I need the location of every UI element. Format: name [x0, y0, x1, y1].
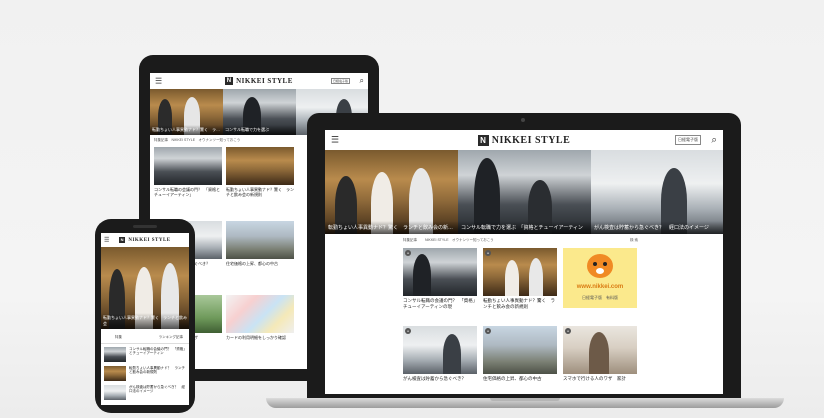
laptop-filter-bar: 特集記事 NIKKEI STYLE オウナンツー知っておこう 検 索: [325, 237, 723, 245]
search-icon[interactable]: ⌕: [711, 135, 717, 146]
laptop-card-3-ad[interactable]: www.nikkei.com 日経電子版 有料版: [563, 248, 637, 324]
tablet-hero-photo-1[interactable]: 転勤ちょい人事異動ナド？驚く ランチと飲み会: [150, 89, 223, 135]
menu-icon[interactable]: ☰: [155, 77, 162, 86]
phone-list-title: がん検査は貯蓄から急ぐべき？ 経口法のイメージ: [129, 385, 185, 394]
tablet-card-1[interactable]: コンサル転職の会議の門？ 「資格とチューイアーティン」: [154, 147, 222, 207]
tab-featured[interactable]: 特集: [115, 335, 122, 340]
laptop-hero-photo-3[interactable]: がん検査は貯蓄から急ぐべき？ 経口法のイメージ: [591, 150, 723, 234]
subscribe-badge[interactable]: 日経電子版: [675, 135, 701, 145]
phone-hero-photo[interactable]: 転勤ちょい人事異動ナド？驚く ランチと飲み会: [101, 247, 189, 329]
brand-name: NIKKEI STYLE: [491, 134, 571, 146]
tablet-filter-bar: 特集記事 NIKKEI STYLE オウナンツー知っておこう: [154, 138, 241, 142]
laptop-card-5[interactable]: ● 住宅価格の上昇、都心の中古: [483, 326, 557, 392]
brand-name: NIKKEI STYLE: [128, 237, 171, 243]
laptop-hero-photo-1[interactable]: 転勤ちょい人事異動ナド？驚く ランチと飲み会の新規則: [325, 150, 458, 234]
menu-icon[interactable]: ☰: [331, 135, 339, 146]
laptop-card-2[interactable]: ● 転勤ちょい人事異動ナド？驚く ランチと飲み会の新規則: [483, 248, 557, 324]
tab-ranking[interactable]: ランキング記事: [159, 335, 183, 340]
filter-middle[interactable]: NIKKEI STYLE オウナンツー知っておこう: [425, 238, 494, 243]
phone-header: ☰ N NIKKEI STYLE: [101, 233, 189, 248]
phone-hero-caption: 転勤ちょい人事異動ナド？驚く ランチと飲み会: [101, 313, 189, 329]
laptop-hero-caption: コンサル転職で力を選ぶ 「資格とチューイアーティン: [458, 221, 591, 234]
phone-list-item[interactable]: がん検査は貯蓄から急ぐべき？ 経口法のイメージ: [104, 385, 186, 401]
phone-speaker: [133, 225, 157, 228]
tablet-card-6[interactable]: カードの利用明細をしっかり確認: [226, 295, 294, 355]
tablet-card-title: コンサル転職の会議の門？ 「資格とチューイアーティン」: [154, 187, 220, 197]
tablet-card-title: 住宅価格の上昇、都心の中古: [226, 261, 278, 266]
phone-screen: ☰ N NIKKEI STYLE 転勤ちょい人事異動ナド？驚く ランチと飲み会 …: [101, 233, 189, 405]
menu-icon[interactable]: ☰: [104, 237, 109, 244]
laptop-notch: [490, 398, 560, 401]
laptop-header: ☰ N NIKKEI STYLE 日経電子版 ⌕: [325, 130, 723, 151]
laptop-hero-caption: がん検査は貯蓄から急ぐべき？ 経口法のイメージ: [591, 221, 723, 234]
search-icon[interactable]: ⌕: [360, 76, 364, 86]
tablet-hero-photo-2[interactable]: コンサル転職で力を選ぶ: [223, 89, 296, 135]
laptop-device: ☰ N NIKKEI STYLE 日経電子版 ⌕ 転勤ちょい人事異動ナド？驚く …: [307, 113, 741, 399]
camera-icon: [521, 118, 525, 122]
brand-logo[interactable]: N NIKKEI STYLE: [119, 237, 170, 243]
tablet-hero-caption: 転勤ちょい人事異動ナド？驚く ランチと飲み会: [150, 125, 223, 135]
brand-name: NIKKEI STYLE: [236, 77, 293, 85]
phone-tabs: 特集 ランキング記事: [101, 333, 189, 344]
brand-logo[interactable]: N NIKKEI STYLE: [225, 77, 293, 85]
filter-left[interactable]: 特集記事: [403, 238, 417, 243]
laptop-card-title: 転勤ちょい人事異動ナド？驚く ランチと飲み会の新規則: [483, 298, 555, 309]
laptop-card-4[interactable]: ● がん検査は貯蓄から急ぐべき？: [403, 326, 477, 392]
laptop-card-title: がん検査は貯蓄から急ぐべき？: [403, 376, 466, 381]
tablet-hero-caption-2: コンサル転職で力を選ぶ: [223, 125, 296, 135]
ad-url: www.nikkei.com: [576, 284, 624, 290]
phone-list-title: 転勤ちょい人事異動ナド？ ランチと飲み会の新規則: [129, 366, 185, 375]
filter-right[interactable]: 検 索: [630, 238, 638, 243]
mascot-icon: [587, 254, 613, 278]
phone-list-item[interactable]: コンサル転職の会議の門？ 「資格」とチューイアーティン: [104, 347, 186, 363]
tablet-header: ☰ N NIKKEI STYLE 日経電子版 ⌕: [150, 73, 368, 90]
laptop-card-title: スマホで行ける人のワザ 家計: [563, 376, 626, 381]
tablet-card-title: カードの利用明細をしっかり確認: [226, 335, 286, 340]
tablet-card-title: 転勤ちょい人事異動ナド？驚く ランチと飲み会の新規則: [226, 187, 294, 197]
nikkei-mark-icon: N: [477, 134, 489, 146]
brand-logo[interactable]: N NIKKEI STYLE: [477, 134, 571, 146]
nikkei-mark-icon: N: [225, 77, 234, 85]
nikkei-ad-banner: www.nikkei.com 日経電子版 有料版: [563, 248, 637, 308]
laptop-hero-caption: 転勤ちょい人事異動ナド？驚く ランチと飲み会の新規則: [325, 221, 458, 234]
laptop-card-title: 住宅価格の上昇、都心の中古: [483, 376, 542, 381]
laptop-card-1[interactable]: ● コンサル転職の会議の門？ 「資格」チューイアーティンの現: [403, 248, 477, 324]
phone-device: ☰ N NIKKEI STYLE 転勤ちょい人事異動ナド？驚く ランチと飲み会 …: [95, 219, 195, 413]
nikkei-mark-icon: N: [119, 237, 126, 243]
laptop-hero-photo-2[interactable]: コンサル転職で力を選ぶ 「資格とチューイアーティン: [458, 150, 591, 234]
subscribe-badge[interactable]: 日経電子版: [330, 78, 350, 84]
laptop-screen: ☰ N NIKKEI STYLE 日経電子版 ⌕ 転勤ちょい人事異動ナド？驚く …: [325, 130, 723, 394]
phone-list-item[interactable]: 転勤ちょい人事異動ナド？ ランチと飲み会の新規則: [104, 366, 186, 382]
ad-title: 日経電子版 有料版: [582, 295, 618, 300]
tablet-card-2[interactable]: 転勤ちょい人事異動ナド？驚く ランチと飲み会の新規則: [226, 147, 294, 207]
phone-list-title: コンサル転職の会議の門？ 「資格」とチューイアーティン: [129, 347, 185, 356]
laptop-card-title: コンサル転職の会議の門？ 「資格」チューイアーティンの現: [403, 298, 475, 309]
laptop-card-6[interactable]: ● スマホで行ける人のワザ 家計: [563, 326, 637, 392]
tablet-card-4[interactable]: 住宅価格の上昇、都心の中古: [226, 221, 294, 281]
